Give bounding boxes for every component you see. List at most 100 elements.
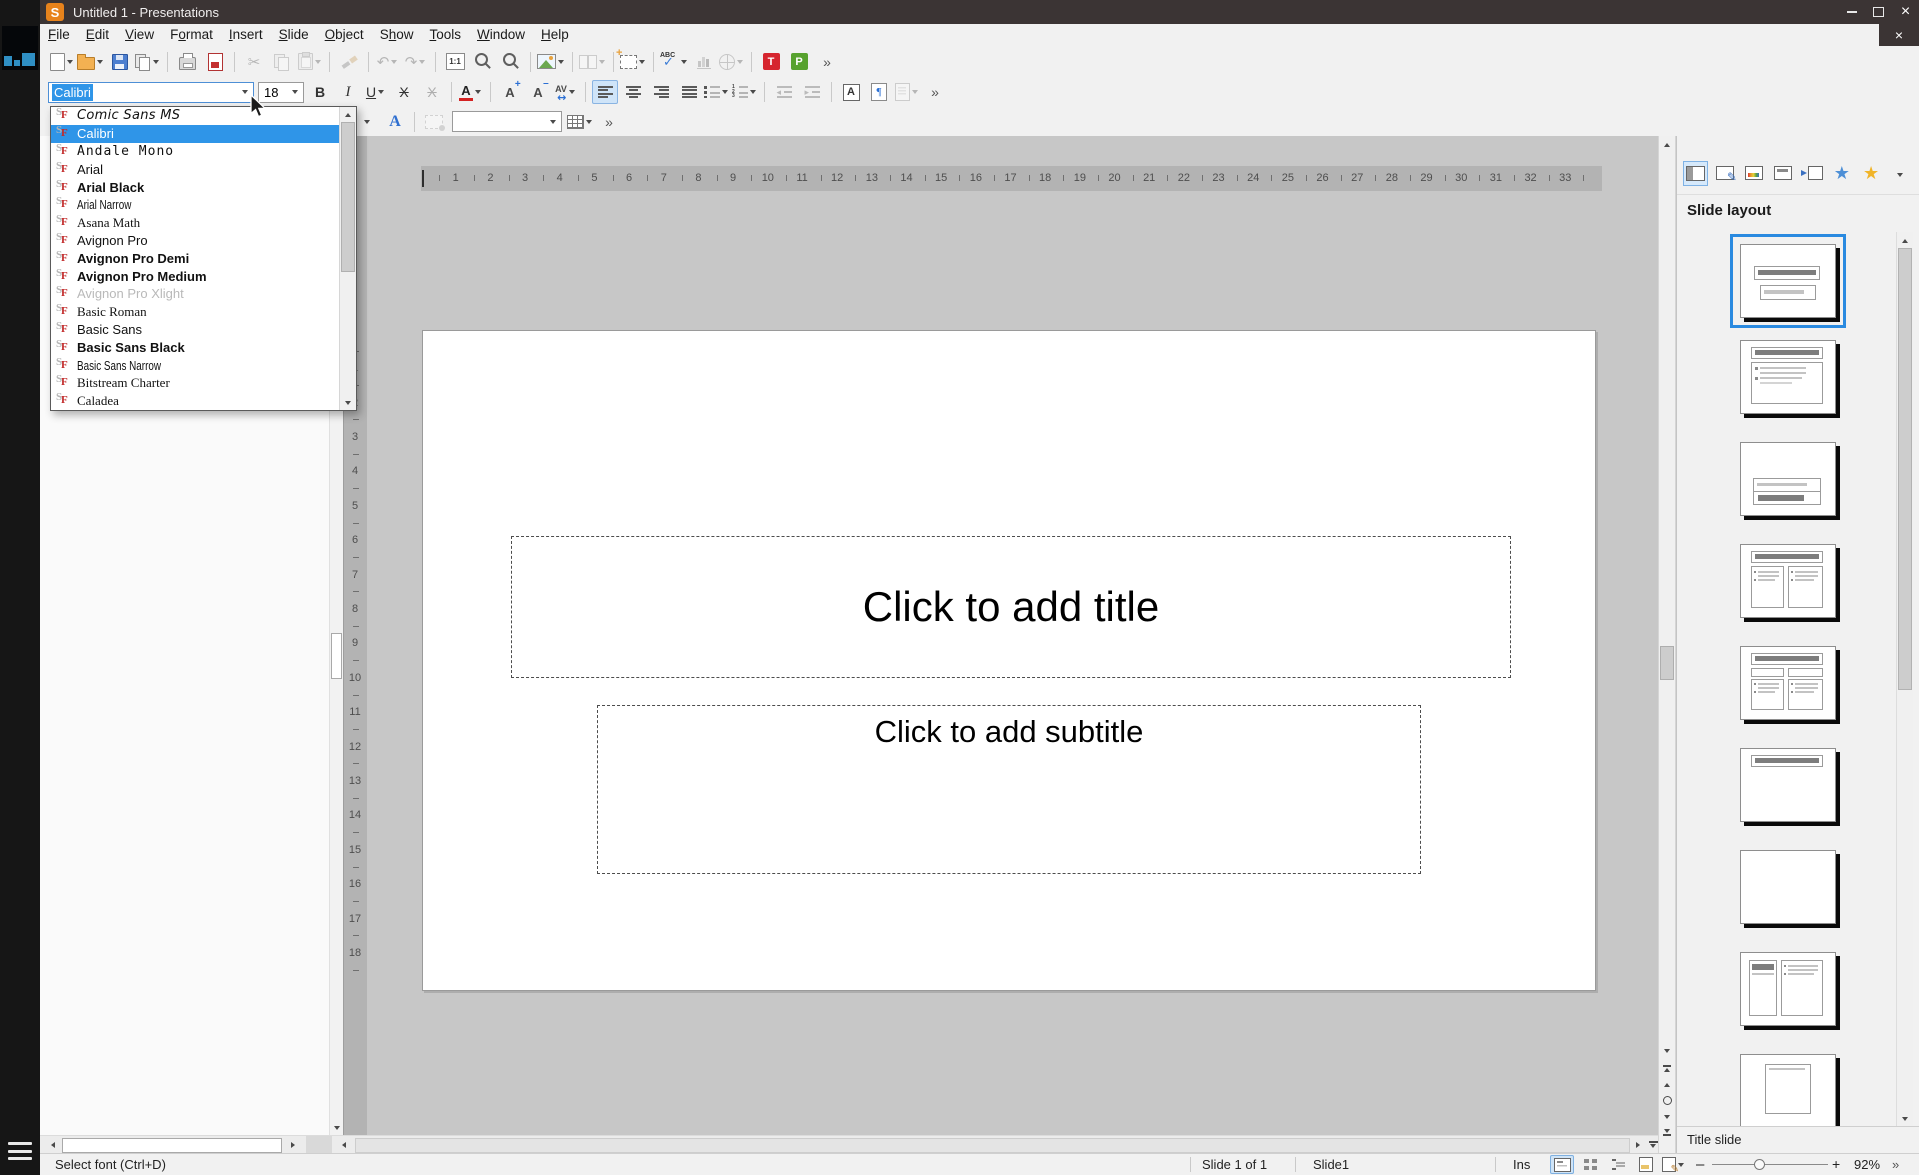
cut-button[interactable]: ✂ — [241, 50, 267, 74]
close-button[interactable]: × — [1892, 0, 1919, 24]
favorites-star-button[interactable]: ★ — [1859, 161, 1884, 186]
pane-menu-button[interactable] — [1888, 161, 1913, 186]
font-option-basic-sans-black[interactable]: SFBasic Sans Black — [51, 338, 339, 356]
pane-splitter[interactable] — [306, 1136, 332, 1153]
scroll-left-icon[interactable] — [45, 1137, 60, 1152]
menu-object[interactable]: Object — [317, 24, 372, 46]
layout-thumbnail-title-only[interactable] — [1740, 748, 1836, 822]
toolbar-overflow-button[interactable]: » — [596, 110, 622, 134]
scroll-left-icon[interactable] — [336, 1137, 351, 1152]
dropdown-arrow-icon[interactable] — [584, 110, 594, 134]
desktop-thumbnail[interactable] — [2, 26, 38, 70]
dropdown-arrow-icon[interactable] — [376, 80, 386, 104]
scroll-down-button[interactable] — [1659, 1043, 1675, 1058]
font-size-dropdown-arrow-icon[interactable] — [286, 83, 303, 102]
font-option-arial-black[interactable]: SFArial Black — [51, 178, 339, 196]
view-notes-button[interactable] — [1634, 1155, 1658, 1174]
scroll-right-icon[interactable] — [1630, 1137, 1645, 1152]
export-pdf-button[interactable] — [202, 50, 228, 74]
insert-layout-button[interactable] — [1800, 161, 1825, 186]
frame-properties-button[interactable] — [421, 110, 447, 134]
dropdown-arrow-icon[interactable] — [417, 50, 427, 74]
font-name-input[interactable]: Calibri — [48, 82, 254, 103]
next-slide-button[interactable] — [1659, 1109, 1675, 1124]
hamburger-menu-button[interactable] — [6, 1139, 34, 1163]
save-document-button[interactable] — [107, 50, 133, 74]
scrollbar-thumb[interactable] — [331, 633, 342, 679]
menu-slide[interactable]: Slide — [271, 24, 317, 46]
dropdown-arrow-icon[interactable] — [362, 110, 372, 134]
navigator-button[interactable] — [1659, 1093, 1675, 1108]
view-slide-sorter-button[interactable] — [1578, 1155, 1602, 1174]
scrollbar-thumb[interactable] — [341, 122, 355, 272]
menu-file[interactable]: File — [40, 24, 78, 46]
edit-layout-button[interactable] — [1712, 161, 1737, 186]
print-button[interactable] — [174, 50, 200, 74]
open-document-button[interactable] — [77, 50, 105, 74]
insert-table-button[interactable] — [567, 110, 594, 134]
font-option-calibri[interactable]: SFCalibri — [51, 125, 339, 143]
insert-image-button[interactable] — [537, 50, 566, 74]
numbered-list-button[interactable] — [732, 80, 758, 104]
close-document-button[interactable]: × — [1879, 24, 1919, 46]
font-option-basic-sans[interactable]: SFBasic Sans — [51, 321, 339, 339]
slide-name[interactable]: Slide1 — [1313, 1154, 1349, 1175]
dropdown-arrow-icon[interactable] — [735, 50, 745, 74]
font-option-caladea[interactable]: SFCaladea — [51, 392, 339, 410]
zoom-selection-button[interactable] — [470, 50, 496, 74]
align-left-button[interactable] — [592, 80, 618, 104]
font-option-comic-sans-ms[interactable]: SFComic Sans MS — [51, 107, 339, 125]
first-slide-button[interactable] — [1659, 1061, 1675, 1076]
scroll-down-icon[interactable] — [330, 1121, 343, 1135]
font-color-button[interactable]: A — [458, 80, 484, 104]
dropdown-arrow-icon[interactable] — [597, 50, 607, 74]
slide-position[interactable]: Slide 1 of 1 — [1202, 1154, 1267, 1175]
title-placeholder[interactable]: Click to add title — [511, 536, 1511, 678]
insert-text-frame-button[interactable] — [620, 50, 647, 74]
insert-text-frame-a-button[interactable]: A — [382, 110, 408, 134]
scroll-up-icon[interactable] — [340, 107, 356, 122]
increase-indent-button[interactable]: ▸ — [799, 80, 825, 104]
insert-mode-indicator[interactable]: Ins — [1513, 1154, 1530, 1175]
scroll-right-icon[interactable] — [285, 1137, 300, 1152]
dropdown-arrow-icon[interactable] — [313, 50, 323, 74]
zoom-in-button[interactable]: + — [1832, 1154, 1840, 1175]
strikethrough-alt-button[interactable]: X — [419, 80, 445, 104]
font-option-basic-roman[interactable]: SFBasic Roman — [51, 303, 339, 321]
align-justify-button[interactable] — [676, 80, 702, 104]
statusbar-overflow-button[interactable]: » — [1892, 1154, 1899, 1175]
menu-format[interactable]: Format — [162, 24, 221, 46]
layout-thumbnail-side-title-content[interactable] — [1740, 952, 1836, 1026]
font-option-arial-narrow[interactable]: SFArial Narrow — [51, 196, 339, 214]
scrollbar-thumb[interactable] — [1660, 646, 1674, 680]
dropdown-arrow-icon[interactable] — [748, 80, 758, 104]
menu-tools[interactable]: Tools — [422, 24, 470, 46]
find-button[interactable] — [498, 50, 524, 74]
layout-thumbnail-blank[interactable] — [1740, 850, 1836, 924]
paragraph-properties-button[interactable]: ¶ — [866, 80, 892, 104]
split-window-button[interactable] — [579, 50, 607, 74]
page-properties-button[interactable] — [894, 80, 920, 104]
menu-show[interactable]: Show — [372, 24, 422, 46]
menu-window[interactable]: Window — [469, 24, 533, 46]
scrollbar-thumb[interactable] — [1898, 248, 1912, 690]
dropdown-arrow-icon[interactable] — [544, 112, 561, 131]
scrollbar-thumb[interactable] — [62, 1138, 282, 1153]
decrease-indent-button[interactable]: ◂ — [771, 80, 797, 104]
color-scheme-button[interactable] — [1742, 161, 1767, 186]
layout-thumbnail-centered-box[interactable] — [1740, 1054, 1836, 1127]
menu-edit[interactable]: Edit — [78, 24, 117, 46]
font-option-basic-sans-narrow[interactable]: SFBasic Sans Narrow — [51, 356, 339, 374]
view-master-button[interactable] — [1662, 1155, 1686, 1174]
menu-view[interactable]: View — [117, 24, 162, 46]
zoom-out-button[interactable]: – — [1696, 1154, 1704, 1175]
minimize-button[interactable] — [1838, 0, 1865, 24]
zoom-slider-track[interactable] — [1712, 1164, 1828, 1165]
insert-chart-button[interactable] — [691, 50, 717, 74]
dropdown-arrow-icon[interactable] — [151, 50, 161, 74]
font-option-asana-math[interactable]: SFAsana Math — [51, 214, 339, 232]
italic-button[interactable]: I — [335, 80, 361, 104]
dropdown-arrow-icon[interactable] — [679, 50, 689, 74]
last-slide-button[interactable] — [1659, 1125, 1675, 1140]
zoom-slider-thumb[interactable] — [1754, 1159, 1765, 1170]
